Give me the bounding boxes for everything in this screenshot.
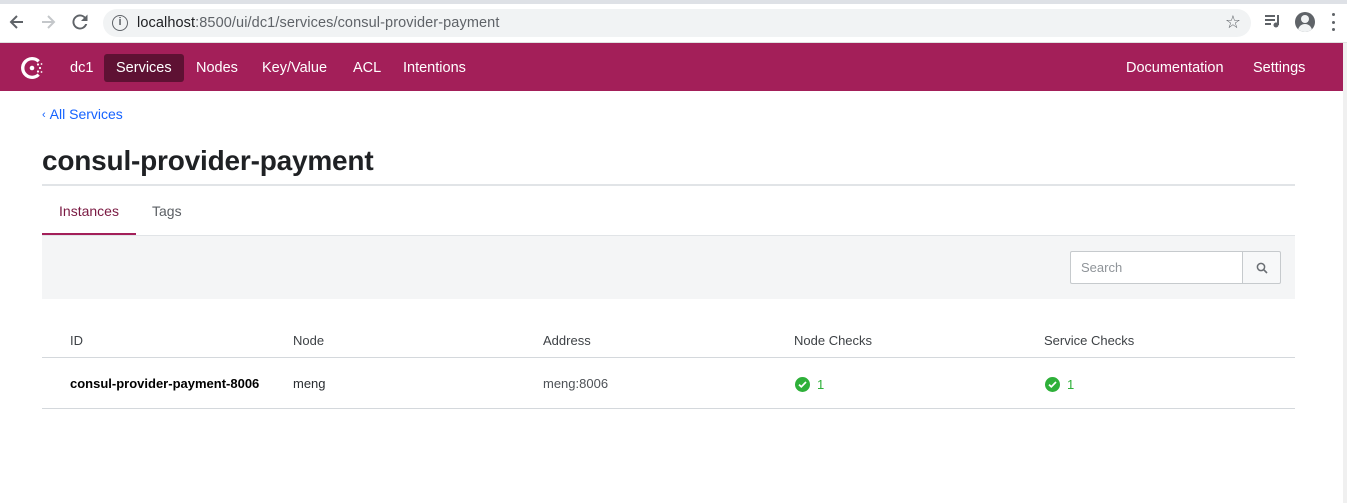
datacenter-selector[interactable]: dc1: [58, 54, 105, 82]
tab-tags[interactable]: Tags: [152, 200, 182, 219]
instance-id[interactable]: consul-provider-payment-8006: [70, 376, 259, 391]
check-passing-icon: [795, 376, 810, 392]
search-icon: [1256, 262, 1268, 274]
nav-acl[interactable]: ACL: [341, 54, 393, 82]
browser-menu-icon[interactable]: [1330, 13, 1336, 31]
address-bar[interactable]: i localhost:8500/ui/dc1/services/consul-…: [103, 9, 1251, 37]
service-checks-status: 1: [1045, 375, 1074, 393]
bookmark-star-icon[interactable]: ☆: [1225, 12, 1241, 33]
nav-documentation[interactable]: Documentation: [1114, 54, 1236, 82]
column-header-address: Address: [543, 333, 591, 348]
instance-address: meng:8006: [543, 376, 609, 391]
page-title: consul-provider-payment: [42, 145, 374, 176]
node-checks-count: 1: [817, 376, 825, 392]
consul-logo-icon[interactable]: [18, 54, 46, 82]
url-host: localhost: [137, 15, 196, 31]
forward-arrow-icon[interactable]: [36, 10, 60, 34]
nav-settings[interactable]: Settings: [1241, 54, 1317, 82]
scrollbar[interactable]: [1343, 43, 1347, 503]
column-header-service-checks: Service Checks: [1044, 333, 1135, 348]
info-icon[interactable]: i: [112, 15, 128, 31]
search-button[interactable]: [1242, 251, 1281, 284]
nav-nodes[interactable]: Nodes: [184, 54, 250, 82]
service-checks-count: 1: [1067, 376, 1075, 392]
table-header-divider: [42, 357, 1295, 358]
column-header-node: Node: [293, 333, 325, 348]
breadcrumb-all-services[interactable]: All Services: [50, 106, 123, 122]
tab-instances[interactable]: Instances: [42, 200, 136, 235]
search-input[interactable]: [1070, 251, 1242, 284]
column-header-node-checks: Node Checks: [794, 333, 873, 348]
table-row-divider: [42, 408, 1295, 409]
tab-strip: [0, 0, 1347, 4]
back-arrow-icon[interactable]: [5, 10, 29, 34]
nav-key-value[interactable]: Key/Value: [250, 54, 339, 82]
node-checks-status: 1: [795, 375, 824, 393]
nav-services[interactable]: Services: [104, 54, 184, 82]
profile-avatar-icon[interactable]: [1295, 12, 1315, 32]
title-divider: [42, 184, 1295, 186]
check-passing-icon: [1045, 376, 1060, 392]
url-path: :8500/ui/dc1/services/consul-provider-pa…: [195, 15, 500, 31]
browser-toolbar: i localhost:8500/ui/dc1/services/consul-…: [0, 0, 1347, 43]
media-queue-icon[interactable]: [1263, 11, 1285, 33]
url-text[interactable]: localhost:8500/ui/dc1/services/consul-pr…: [137, 15, 499, 31]
column-header-id: ID: [70, 333, 83, 348]
breadcrumb[interactable]: ‹ All Services: [42, 106, 123, 122]
main-navigation: dc1 Services Nodes Key/Value ACL Intenti…: [0, 43, 1343, 91]
reload-icon[interactable]: [68, 10, 92, 34]
nav-intentions[interactable]: Intentions: [391, 54, 478, 82]
instance-node[interactable]: meng: [293, 376, 326, 391]
chevron-left-icon: ‹: [42, 109, 46, 121]
